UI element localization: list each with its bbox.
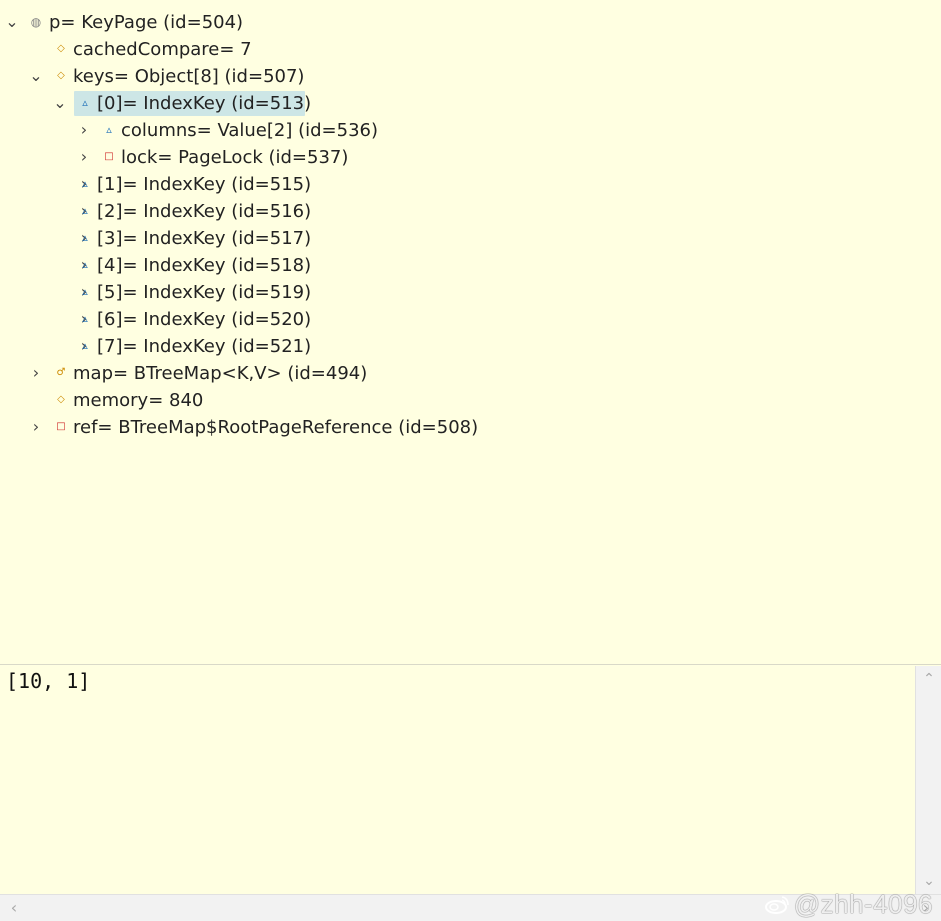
field-icon: ◇ (57, 43, 65, 54)
expanded-chevron-icon[interactable]: ⌄ (4, 14, 20, 30)
tree-row-key-7[interactable]: › ▵ [7]= IndexKey (id=521) (0, 333, 320, 360)
tree-label-cachedCompare: cachedCompare= 7 (73, 39, 252, 60)
tree-label-key-6: [6]= IndexKey (id=520) (97, 309, 312, 330)
protected-field-icon: ▵ (106, 123, 112, 136)
expanded-chevron-icon[interactable]: ⌄ (28, 68, 44, 84)
tree-row-keys[interactable]: ⌄ ◇ keys= Object[8] (id=507) (0, 63, 320, 90)
collapsed-chevron-icon[interactable]: › (76, 149, 92, 165)
chevron-left-icon[interactable]: ‹ (7, 900, 21, 916)
variables-tree[interactable]: ⌄ ◍ p= KeyPage (id=504) ◇ cachedCompare=… (0, 0, 941, 665)
tree-label-key-5: [5]= IndexKey (id=519) (97, 282, 312, 303)
private-field-icon: □ (56, 421, 66, 432)
final-field-icon: ♂ (56, 367, 66, 378)
collapsed-chevron-icon[interactable]: › (76, 122, 92, 138)
tree-row-key-4[interactable]: › ▵ [4]= IndexKey (id=518) (0, 252, 320, 279)
tree-label-columns: columns= Value[2] (id=536) (121, 120, 379, 141)
protected-field-icon: ▵ (82, 96, 88, 109)
protected-field-icon: ▵ (82, 312, 88, 325)
tree-row-key-5[interactable]: › ▵ [5]= IndexKey (id=519) (0, 279, 320, 306)
tree-label-key-1: [1]= IndexKey (id=515) (97, 174, 312, 195)
tree-label-map: map= BTreeMap<K,V> (id=494) (73, 363, 368, 384)
protected-field-icon: ▵ (82, 177, 88, 190)
protected-field-icon: ▵ (82, 258, 88, 271)
protected-field-icon: ▵ (82, 285, 88, 298)
tree-row-key-3[interactable]: › ▵ [3]= IndexKey (id=517) (0, 225, 320, 252)
tree-row-key-6[interactable]: › ▵ [6]= IndexKey (id=520) (0, 306, 320, 333)
debugger-variables-view: ⌄ ◍ p= KeyPage (id=504) ◇ cachedCompare=… (0, 0, 941, 921)
tree-label-key-7: [7]= IndexKey (id=521) (97, 336, 312, 357)
tree-row-lock[interactable]: › □ lock= PageLock (id=537) (0, 144, 360, 171)
chevron-up-icon[interactable]: ⌃ (922, 672, 936, 686)
value-text[interactable]: [10, 1] (6, 669, 90, 693)
detail-vertical-scrollbar[interactable]: ⌃ ⌄ (915, 666, 941, 894)
collapsed-chevron-icon[interactable]: › (28, 419, 44, 435)
protected-field-icon: ▵ (82, 204, 88, 217)
tree-label-lock: lock= PageLock (id=537) (121, 147, 349, 168)
tree-label-key-2: [2]= IndexKey (id=516) (97, 201, 312, 222)
tree-row-columns[interactable]: › ▵ columns= Value[2] (id=536) (0, 117, 380, 144)
tree-label-key-0: [0]= IndexKey (id=513) (97, 93, 312, 114)
collapsed-chevron-icon[interactable]: › (28, 365, 44, 381)
value-detail-pane[interactable]: [10, 1] (0, 666, 915, 894)
default-object-icon: ◍ (30, 15, 42, 29)
field-icon: ◇ (57, 394, 65, 405)
tree-label-key-3: [3]= IndexKey (id=517) (97, 228, 312, 249)
tree-label-ref: ref= BTreeMap$RootPageReference (id=508) (73, 417, 479, 438)
private-field-icon: □ (104, 151, 114, 162)
watermark-text: @zhh-4096 (793, 889, 933, 919)
tree-row-key-0[interactable]: ⌄ ▵ [0]= IndexKey (id=513) (0, 90, 320, 117)
tree-label-p: p= KeyPage (id=504) (49, 12, 244, 33)
tree-row-key-1[interactable]: › ▵ [1]= IndexKey (id=515) (0, 171, 320, 198)
protected-field-icon: ▵ (82, 339, 88, 352)
tree-row-cachedCompare[interactable]: ◇ cachedCompare= 7 (0, 36, 260, 63)
watermark: @zhh-4096 (764, 889, 933, 919)
tree-label-key-4: [4]= IndexKey (id=518) (97, 255, 312, 276)
weibo-icon (764, 896, 789, 914)
chevron-down-icon[interactable]: ⌄ (922, 874, 936, 888)
tree-label-memory: memory= 840 (73, 390, 204, 411)
tree-row-p[interactable]: ⌄ ◍ p= KeyPage (id=504) (0, 9, 260, 36)
tree-row-key-2[interactable]: › ▵ [2]= IndexKey (id=516) (0, 198, 320, 225)
tree-row-memory[interactable]: ◇ memory= 840 (0, 387, 260, 414)
tree-row-map[interactable]: › ♂ map= BTreeMap<K,V> (id=494) (0, 360, 380, 387)
tree-label-keys: keys= Object[8] (id=507) (73, 66, 305, 87)
expanded-chevron-icon[interactable]: ⌄ (52, 95, 68, 111)
tree-row-ref[interactable]: › □ ref= BTreeMap$RootPageReference (id=… (0, 414, 480, 441)
protected-field-icon: ▵ (82, 231, 88, 244)
field-icon: ◇ (57, 70, 65, 81)
